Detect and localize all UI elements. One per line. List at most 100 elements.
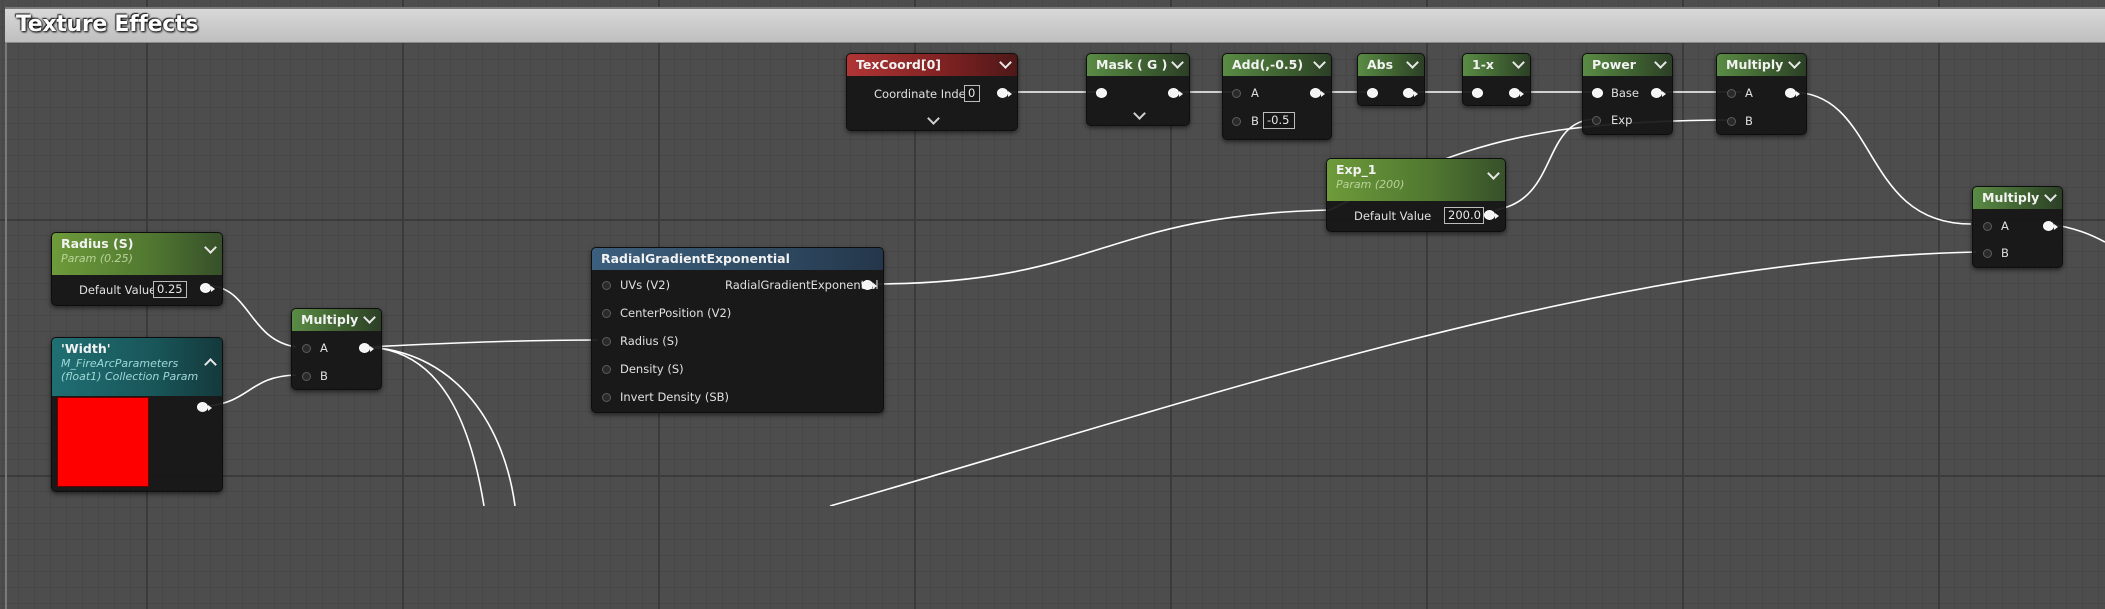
chevron-up-icon[interactable] (204, 358, 217, 371)
pin-icon[interactable] (302, 344, 311, 353)
pin-icon[interactable] (997, 88, 1012, 98)
pin-icon[interactable] (1484, 210, 1499, 220)
input-center-position-label: CenterPosition (V2) (620, 306, 732, 320)
node-title: Abs (1367, 57, 1394, 72)
pin-icon[interactable] (602, 393, 611, 402)
pin-icon[interactable] (1727, 117, 1736, 126)
pin-b-label: B (1251, 114, 1259, 128)
chevron-down-icon[interactable] (1171, 56, 1184, 69)
pin-icon[interactable] (1310, 88, 1325, 98)
pin-icon[interactable] (1367, 88, 1378, 98)
pin-icon[interactable] (1403, 88, 1418, 98)
node-title: Power (1592, 57, 1636, 72)
pin-icon[interactable] (1651, 88, 1666, 98)
pin-icon[interactable] (197, 402, 212, 412)
node-title: 'Width' (61, 341, 111, 356)
color-preview-swatch (57, 397, 149, 487)
comment-title: Texture Effects (16, 12, 199, 37)
chevron-down-icon[interactable] (1788, 56, 1801, 69)
pin-icon[interactable] (200, 283, 215, 293)
node-one-minus-header[interactable]: 1-x (1463, 54, 1530, 76)
chevron-down-icon[interactable] (1133, 107, 1146, 120)
node-mask-header[interactable]: Mask ( G ) (1087, 54, 1189, 76)
radius-default-value-input[interactable]: 0.25 (153, 281, 187, 298)
node-subtitle: Param (200) (1336, 178, 1405, 191)
pin-icon[interactable] (1592, 88, 1603, 98)
node-title: Mask ( G ) (1096, 57, 1168, 72)
node-mask[interactable]: Mask ( G ) (1086, 53, 1190, 126)
node-width-header[interactable]: 'Width' M_FireArcParameters (float1) Col… (52, 338, 222, 396)
pin-icon[interactable] (1096, 88, 1107, 98)
pin-icon[interactable] (2043, 221, 2058, 231)
pin-icon[interactable] (1983, 249, 1992, 258)
pin-icon[interactable] (602, 365, 611, 374)
node-abs[interactable]: Abs (1357, 53, 1425, 106)
node-subtitle-1: M_FireArcParameters (61, 357, 179, 370)
node-texcoord[interactable]: TexCoord[0] Coordinate Index 0 (846, 53, 1018, 131)
node-texcoord-header[interactable]: TexCoord[0] (847, 54, 1017, 76)
add-b-value-input[interactable]: -0.5 (1263, 112, 1295, 129)
node-multiply-1-header[interactable]: Multiply (1717, 54, 1806, 76)
pin-icon[interactable] (302, 372, 311, 381)
chevron-down-icon[interactable] (1654, 56, 1667, 69)
node-title: Add(,-0.5) (1232, 57, 1304, 72)
default-value-label: Default Value (79, 283, 157, 297)
pin-icon[interactable] (1472, 88, 1483, 98)
node-abs-header[interactable]: Abs (1358, 54, 1424, 76)
coordinate-index-input[interactable]: 0 (964, 85, 980, 102)
chevron-down-icon[interactable] (2044, 189, 2057, 202)
node-one-minus[interactable]: 1-x (1462, 53, 1531, 106)
node-power-header[interactable]: Power (1583, 54, 1672, 76)
coordinate-index-label: Coordinate Index (874, 87, 973, 101)
node-radius-header[interactable]: Radius (S) Param (0.25) (52, 233, 222, 275)
node-radius[interactable]: Radius (S) Param (0.25) Default Value 0.… (51, 232, 223, 306)
node-radial-gradient[interactable]: RadialGradientExponential UVs (V2) Radia… (591, 247, 884, 413)
pin-icon[interactable] (359, 343, 374, 353)
comment-title-bar[interactable] (5, 9, 2105, 43)
pin-icon[interactable] (1785, 88, 1800, 98)
node-title: Multiply (1982, 190, 2040, 205)
pin-icon[interactable] (602, 309, 611, 318)
chevron-down-icon[interactable] (204, 241, 217, 254)
pin-icon[interactable] (862, 280, 877, 290)
chevron-down-icon[interactable] (1406, 56, 1419, 69)
pin-icon[interactable] (1727, 89, 1736, 98)
node-power[interactable]: Power Base Exp (1582, 53, 1673, 135)
node-radial-gradient-header[interactable]: RadialGradientExponential (592, 248, 883, 270)
node-multiply-3[interactable]: Multiply A B (291, 308, 382, 390)
node-multiply-2[interactable]: Multiply A B (1972, 186, 2063, 268)
default-value-label: Default Value (1354, 209, 1432, 223)
node-width[interactable]: 'Width' M_FireArcParameters (float1) Col… (51, 337, 223, 492)
node-exp-1-header[interactable]: Exp_1 Param (200) (1327, 159, 1505, 201)
pin-icon[interactable] (602, 281, 611, 290)
chevron-down-icon[interactable] (363, 311, 376, 324)
pin-a-label: A (2001, 219, 2009, 233)
exp-default-value-input[interactable]: 200.0 (1444, 207, 1484, 224)
node-add-header[interactable]: Add(,-0.5) (1223, 54, 1331, 76)
pin-b-label: B (1745, 114, 1753, 128)
pin-icon[interactable] (1592, 116, 1601, 125)
chevron-down-icon[interactable] (927, 112, 940, 125)
node-add[interactable]: Add(,-0.5) A B -0.5 (1222, 53, 1332, 140)
chevron-down-icon[interactable] (1487, 167, 1500, 180)
node-multiply-2-header[interactable]: Multiply (1973, 187, 2062, 209)
node-title: Exp_1 (1336, 162, 1377, 177)
pin-a-label: A (1745, 86, 1753, 100)
pin-icon[interactable] (602, 337, 611, 346)
pin-icon[interactable] (1232, 117, 1241, 126)
chevron-down-icon[interactable] (1313, 56, 1326, 69)
pin-icon[interactable] (1232, 89, 1241, 98)
pin-icon[interactable] (1509, 88, 1524, 98)
node-multiply-3-header[interactable]: Multiply (292, 309, 381, 331)
pin-base-label: Base (1611, 86, 1640, 100)
node-exp-1[interactable]: Exp_1 Param (200) Default Value 200.0 (1326, 158, 1506, 232)
pin-icon[interactable] (1983, 222, 1992, 231)
node-title: Multiply (301, 312, 359, 327)
pin-a-label: A (1251, 86, 1259, 100)
chevron-down-icon[interactable] (999, 56, 1012, 69)
node-multiply-1[interactable]: Multiply A B (1716, 53, 1807, 135)
pin-icon[interactable] (1168, 88, 1183, 98)
pin-a-label: A (320, 341, 328, 355)
input-invert-density-label: Invert Density (SB) (620, 390, 729, 404)
chevron-down-icon[interactable] (1512, 56, 1525, 69)
